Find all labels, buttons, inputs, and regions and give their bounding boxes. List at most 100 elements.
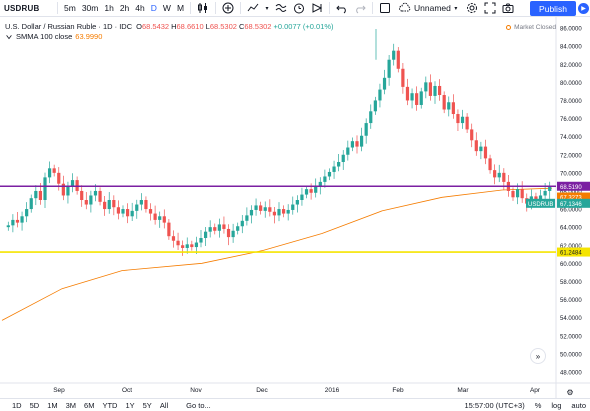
smma-line — [1, 187, 553, 321]
candle-body — [213, 227, 217, 231]
range-1m[interactable]: 1M — [43, 401, 61, 410]
toolbar-divider — [190, 2, 192, 14]
candle-body — [249, 209, 254, 216]
time-axis-label: Apr — [530, 387, 541, 394]
legend-o-value: 68.5432 — [141, 22, 170, 31]
candle-body — [107, 200, 111, 210]
legend-indicator-row[interactable]: SMMA 100 close 63.9990 — [5, 32, 334, 42]
publish-label: Publish — [539, 3, 567, 14]
market-status: Market Closed — [506, 24, 556, 31]
range-1d[interactable]: 1D — [8, 401, 26, 410]
fullscreen-icon[interactable] — [483, 1, 497, 15]
candle-body — [203, 231, 208, 239]
candle-body — [410, 93, 414, 101]
price-axis-label: 48.0000 — [560, 370, 582, 376]
candle-body — [341, 154, 345, 162]
candle-body — [52, 168, 56, 173]
symbol-name-tag: USDRUB — [528, 202, 553, 208]
price-axis-label: 54.0000 — [560, 316, 582, 322]
compare-plus-icon[interactable] — [221, 1, 235, 15]
candle-body — [396, 50, 400, 69]
candle-body — [502, 172, 506, 182]
timeframe-5m[interactable]: 5m — [61, 3, 79, 13]
candle-body — [15, 219, 20, 223]
replay-icon[interactable] — [310, 1, 324, 15]
candle-body — [121, 209, 125, 214]
timeframe-4h[interactable]: 4h — [132, 3, 147, 13]
price-axis-label: 80.0000 — [560, 81, 582, 87]
alert-clock-icon[interactable] — [292, 1, 306, 15]
candle-body — [493, 170, 497, 178]
candle-body — [428, 82, 433, 96]
log-scale-toggle[interactable]: log — [551, 401, 561, 410]
symbol-label: USDRUB — [4, 3, 40, 13]
candle-body — [176, 240, 180, 246]
collapse-arrow-icon[interactable] — [5, 33, 13, 41]
timeframe-1h[interactable]: 1h — [101, 3, 116, 13]
clock-timezone[interactable]: 15:57:00 (UTC+3) — [464, 401, 524, 410]
indicators-icon[interactable] — [246, 1, 260, 15]
candle-body — [231, 230, 235, 238]
range-ytd[interactable]: YTD — [98, 401, 121, 410]
undo-icon[interactable] — [335, 1, 349, 15]
timeframe-2h[interactable]: 2h — [117, 3, 132, 13]
indicator-value: 63.9990 — [75, 32, 103, 41]
candles-icon[interactable] — [196, 1, 210, 15]
candle-body — [433, 85, 437, 96]
settings-gear-icon[interactable] — [465, 1, 479, 15]
timeframe-30m[interactable]: 30m — [79, 3, 102, 13]
symbol-search-button[interactable]: USDRUB — [4, 1, 54, 15]
snapshot-camera-icon[interactable] — [501, 1, 515, 15]
candle-body — [20, 216, 24, 223]
templates-icon[interactable] — [274, 1, 288, 15]
price-axis-label: 84.0000 — [560, 45, 582, 51]
range-3m[interactable]: 3M — [62, 401, 80, 410]
candle-body — [401, 68, 405, 87]
publish-menu-button[interactable]: ▶ — [577, 1, 590, 16]
legend-h-value: 68.6610 — [176, 22, 204, 31]
chart-canvas[interactable]: 86.0000 84.0000 82.0000 80.0000 78.0000 76.00… — [0, 17, 590, 398]
chart-area[interactable]: 86.0000 84.0000 82.0000 80.0000 78.0000 76.00… — [0, 17, 590, 398]
layout-name-button[interactable]: Unnamed — [396, 1, 451, 15]
candle-body — [483, 146, 488, 159]
chevron-down-icon[interactable]: ▾ — [453, 1, 459, 15]
candle-body — [543, 190, 547, 196]
range-1y[interactable]: 1Y — [121, 401, 138, 410]
range-6m[interactable]: 6M — [80, 401, 98, 410]
candle-body — [263, 207, 267, 211]
range-5d[interactable]: 5D — [26, 401, 44, 410]
candle-body — [470, 129, 474, 141]
candle-body — [103, 201, 107, 210]
candle-body — [304, 189, 309, 195]
percent-scale-toggle[interactable]: % — [535, 401, 542, 410]
redo-icon[interactable] — [353, 1, 367, 15]
goto-button[interactable]: Go to... — [186, 401, 211, 410]
axis-settings-gear-icon[interactable]: ⚙ — [566, 388, 573, 397]
candle-body — [194, 242, 199, 248]
candle-body — [162, 216, 166, 223]
candle-body — [442, 95, 446, 110]
timeframe-w[interactable]: W — [160, 3, 174, 13]
candle-body — [208, 227, 212, 232]
candle-body — [217, 224, 221, 231]
candle-body — [130, 210, 134, 217]
goto-label: Go to... — [186, 400, 211, 410]
publish-button[interactable]: Publish — [530, 1, 576, 16]
chevron-down-icon[interactable]: ▾ — [264, 1, 270, 15]
range-all[interactable]: All — [156, 401, 172, 410]
timeframe-m[interactable]: M — [174, 3, 187, 13]
checkbox-icon[interactable] — [378, 1, 392, 15]
candle-body — [272, 211, 277, 216]
timeframe-d[interactable]: D — [148, 3, 160, 13]
candle-body — [300, 194, 304, 200]
auto-scale-toggle[interactable]: auto — [571, 401, 586, 410]
candle-body — [415, 93, 419, 105]
scroll-to-realtime-button[interactable]: » — [530, 348, 546, 364]
candle-body — [309, 189, 313, 193]
candle-body — [84, 200, 88, 205]
candle-body — [25, 209, 29, 217]
candle-body — [148, 209, 153, 214]
candle-body — [158, 216, 162, 220]
candle-body — [323, 176, 327, 182]
range-5y[interactable]: 5Y — [139, 401, 156, 410]
